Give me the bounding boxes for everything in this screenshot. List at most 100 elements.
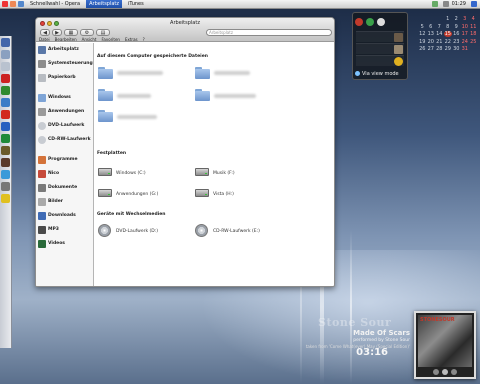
game-icon[interactable] bbox=[1, 146, 10, 155]
firefox-icon[interactable] bbox=[10, 1, 16, 7]
shared-folder[interactable] bbox=[98, 67, 113, 79]
calendar-day[interactable]: 1 bbox=[444, 16, 453, 22]
calendar-day[interactable] bbox=[427, 16, 436, 22]
volume-icon[interactable] bbox=[442, 1, 449, 7]
sidebar-item-downloads[interactable]: Downloads bbox=[38, 211, 76, 220]
messenger-status[interactable]: Via view mode bbox=[355, 70, 405, 77]
calendar-day[interactable]: 15 bbox=[443, 31, 452, 37]
play-icon[interactable] bbox=[442, 369, 448, 375]
sidebar-item-cdrw[interactable]: CD-RW-Laufwerk bbox=[38, 135, 91, 144]
task-opera[interactable]: Schnellwahl - Opera bbox=[27, 0, 83, 8]
window-titlebar[interactable]: Arbeitsplatz ◀ ▶ ▦ ⚙ ▤ Arbeitsplatz Date… bbox=[36, 18, 334, 42]
sidebar-item-arbeitsplatz[interactable]: Arbeitsplatz bbox=[38, 45, 79, 54]
menu-bearbeiten[interactable]: Bearbeiten bbox=[55, 37, 77, 42]
photo-icon[interactable] bbox=[1, 158, 10, 167]
shared-folder[interactable] bbox=[98, 110, 113, 122]
calendar-day[interactable]: 22 bbox=[444, 39, 453, 45]
menu-extras[interactable]: Extras bbox=[125, 37, 138, 42]
user-icon[interactable] bbox=[377, 18, 385, 26]
sidebar-item-bilder[interactable]: Bilder bbox=[38, 197, 63, 206]
calendar-day[interactable]: 4 bbox=[469, 16, 478, 22]
calendar-day[interactable]: 11 bbox=[469, 24, 478, 30]
sidebar-item-dokumente[interactable]: Dokumente bbox=[38, 183, 77, 192]
sidebar-item-mp3[interactable]: MP3 bbox=[38, 225, 59, 234]
sidebar-item-anwendungen[interactable]: Anwendungen bbox=[38, 107, 84, 116]
sidebar-item-systemsteuerung[interactable]: Systemsteuerung bbox=[38, 59, 93, 68]
calendar-day[interactable] bbox=[469, 46, 478, 52]
sidebar-item-dvd[interactable]: DVD-Laufwerk bbox=[38, 121, 84, 130]
sidebar-item-nico[interactable]: Nico bbox=[38, 169, 59, 178]
next-icon[interactable] bbox=[451, 369, 457, 375]
folder-icon[interactable] bbox=[1, 50, 10, 59]
album-cover[interactable]: STONESOUR bbox=[414, 311, 476, 379]
calendar-day[interactable]: 13 bbox=[427, 31, 436, 37]
menu-help[interactable]: ? bbox=[143, 37, 145, 42]
folders-button[interactable]: ▤ bbox=[96, 29, 110, 36]
clock[interactable]: 01:29 bbox=[452, 1, 466, 7]
calendar-day[interactable] bbox=[418, 16, 427, 22]
calendar-day[interactable]: 6 bbox=[427, 24, 436, 30]
calendar-day[interactable]: 19 bbox=[418, 39, 427, 45]
calendar-day[interactable]: 29 bbox=[444, 46, 453, 52]
calendar-day[interactable]: 17 bbox=[461, 31, 470, 37]
dvd-drive-icon[interactable] bbox=[98, 224, 111, 237]
document-icon[interactable] bbox=[1, 62, 10, 71]
filezilla-icon[interactable] bbox=[1, 110, 10, 119]
calendar-day[interactable]: 3 bbox=[461, 16, 470, 22]
shared-folder[interactable] bbox=[98, 89, 113, 101]
contact-row[interactable] bbox=[356, 43, 404, 54]
back-button[interactable]: ◀ bbox=[40, 29, 50, 36]
view-button[interactable]: ▦ bbox=[64, 29, 78, 36]
calendar-day[interactable]: 10 bbox=[461, 24, 470, 30]
network-icon[interactable] bbox=[431, 1, 438, 7]
calendar-day[interactable] bbox=[435, 16, 444, 22]
calendar-day[interactable]: 8 bbox=[444, 24, 453, 30]
shared-folder[interactable] bbox=[195, 67, 210, 79]
messenger-icon[interactable] bbox=[1, 86, 10, 95]
disk-vista[interactable] bbox=[195, 187, 209, 198]
heart-icon[interactable] bbox=[355, 18, 363, 26]
sidebar-item-papierkorb[interactable]: Papierkorb bbox=[38, 73, 76, 82]
folder-icon[interactable] bbox=[18, 1, 24, 7]
sidebar-item-videos[interactable]: Videos bbox=[38, 239, 65, 248]
word-icon[interactable] bbox=[1, 122, 10, 131]
contact-row[interactable] bbox=[356, 55, 404, 66]
calendar-day[interactable]: 14 bbox=[435, 31, 444, 37]
contact-row[interactable] bbox=[356, 31, 404, 42]
disk-anwendungen[interactable] bbox=[98, 187, 112, 198]
address-field[interactable]: Arbeitsplatz bbox=[206, 29, 332, 36]
disk-windows[interactable] bbox=[98, 166, 112, 177]
task-itunes[interactable]: iTunes bbox=[125, 0, 147, 8]
calendar-day[interactable]: 18 bbox=[469, 31, 478, 37]
shared-folder[interactable] bbox=[195, 89, 210, 101]
itunes-icon[interactable] bbox=[1, 170, 10, 179]
calendar-day[interactable]: 26 bbox=[418, 46, 427, 52]
calendar-day[interactable]: 5 bbox=[418, 24, 427, 30]
menu-ansicht[interactable]: Ansicht bbox=[82, 37, 97, 42]
cd-drive-icon[interactable] bbox=[195, 224, 208, 237]
menu-datei[interactable]: Datei bbox=[39, 37, 50, 42]
calendar-day[interactable]: 27 bbox=[427, 46, 436, 52]
forward-button[interactable]: ▶ bbox=[52, 29, 62, 36]
phone-icon[interactable] bbox=[366, 18, 374, 26]
excel-icon[interactable] bbox=[1, 134, 10, 143]
calendar-day[interactable]: 7 bbox=[435, 24, 444, 30]
calendar-day[interactable]: 20 bbox=[427, 39, 436, 45]
sidebar-item-windows[interactable]: Windows bbox=[38, 93, 71, 102]
calendar-day[interactable]: 25 bbox=[469, 39, 478, 45]
options-button[interactable]: ⚙ bbox=[80, 29, 94, 36]
disk-musik[interactable] bbox=[195, 166, 209, 177]
calendar-day[interactable]: 24 bbox=[461, 39, 470, 45]
calendar-day[interactable]: 23 bbox=[452, 39, 461, 45]
sidebar-item-programme[interactable]: Programme bbox=[38, 155, 78, 164]
calendar-day[interactable]: 28 bbox=[435, 46, 444, 52]
calendar-day[interactable]: 16 bbox=[452, 31, 461, 37]
settings-icon[interactable] bbox=[1, 182, 10, 191]
opera-icon[interactable] bbox=[2, 1, 8, 7]
previous-icon[interactable] bbox=[433, 369, 439, 375]
calendar-day[interactable]: 2 bbox=[452, 16, 461, 22]
menu-favoriten[interactable]: Favoriten bbox=[101, 37, 120, 42]
calendar-day[interactable]: 30 bbox=[452, 46, 461, 52]
computer-icon[interactable] bbox=[1, 38, 10, 47]
calendar-day[interactable]: 21 bbox=[435, 39, 444, 45]
